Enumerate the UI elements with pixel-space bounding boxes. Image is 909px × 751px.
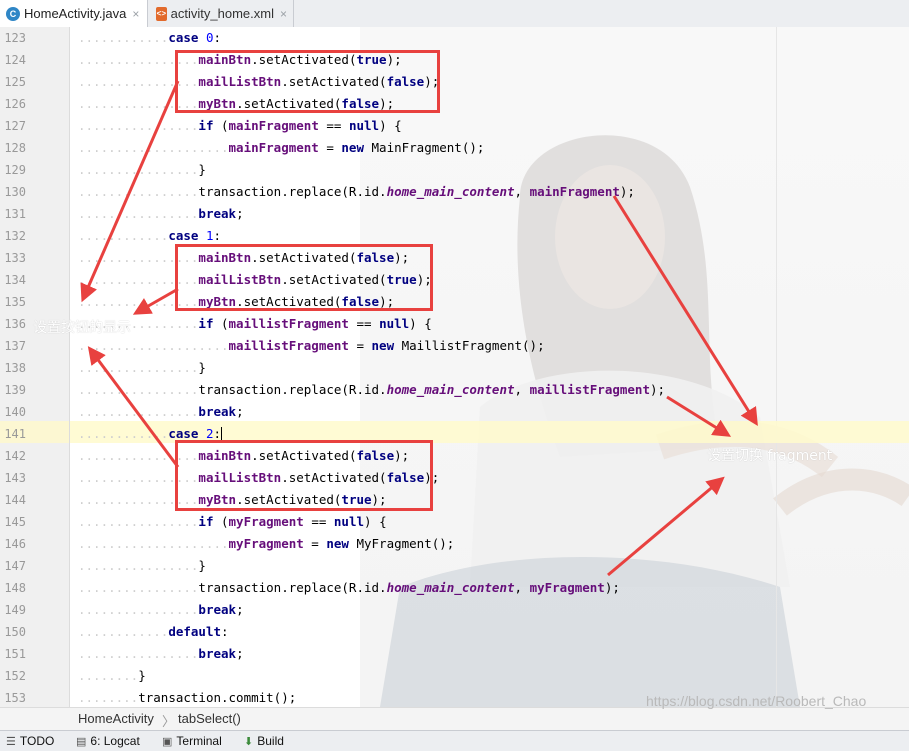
arrow-maillist-fragment <box>666 395 732 437</box>
breadcrumb-separator: 〉 <box>162 714 176 729</box>
annotation-fragment-switch: 设置切换 fragment <box>707 448 833 464</box>
logcat-label: 6: Logcat <box>90 734 140 748</box>
java-class-icon: C <box>6 6 20 21</box>
arrow-case0-to-button-label <box>80 80 180 303</box>
close-icon[interactable]: × <box>280 7 287 21</box>
annotation-arrows <box>80 80 758 577</box>
build-label: Build <box>257 734 284 748</box>
watermark-text: https://blog.csdn.net/Roobert_Chao <box>646 693 867 709</box>
todo-label: TODO <box>19 734 55 748</box>
tab-label: activity_home.xml <box>170 6 274 21</box>
logcat-icon: ▤ <box>76 735 87 748</box>
build-icon: ⬇ <box>244 735 254 748</box>
tab-home-activity-java[interactable]: C HomeActivity.java × <box>0 0 148 27</box>
logcat-button[interactable]: ▤ 6: Logcat <box>76 734 140 748</box>
arrow-case1-to-button-label <box>132 287 179 315</box>
breadcrumb-method[interactable]: tabSelect() <box>178 711 241 726</box>
breadcrumb: HomeActivity 〉 tabSelect() <box>0 707 909 730</box>
close-icon[interactable]: × <box>132 7 139 21</box>
arrow-case2-to-button-label <box>87 346 180 468</box>
code-editor[interactable]: 123 ............case 0: 124...............… <box>0 27 909 707</box>
arrow-my-fragment <box>607 476 725 577</box>
build-button[interactable]: ⬇ Build <box>244 734 284 748</box>
annotation-button-display: 设置按钮的显示 <box>33 320 131 336</box>
terminal-label: Terminal <box>176 734 222 748</box>
terminal-button[interactable]: ▣ Terminal <box>162 734 222 748</box>
tool-window-bar: ☰ TODO ▤ 6: Logcat ▣ Terminal ⬇ Build <box>0 730 909 751</box>
breadcrumb-class[interactable]: HomeActivity <box>78 711 154 726</box>
tab-activity-home-xml[interactable]: <> activity_home.xml × <box>150 0 294 27</box>
todo-icon: ☰ <box>6 735 16 748</box>
arrow-main-fragment <box>612 195 758 427</box>
editor-tab-bar: C HomeActivity.java × <> activity_home.x… <box>0 0 909 28</box>
terminal-icon: ▣ <box>162 735 173 748</box>
tab-label: HomeActivity.java <box>24 6 127 21</box>
todo-button[interactable]: ☰ TODO <box>6 734 54 748</box>
xml-file-icon: <> <box>156 6 167 21</box>
